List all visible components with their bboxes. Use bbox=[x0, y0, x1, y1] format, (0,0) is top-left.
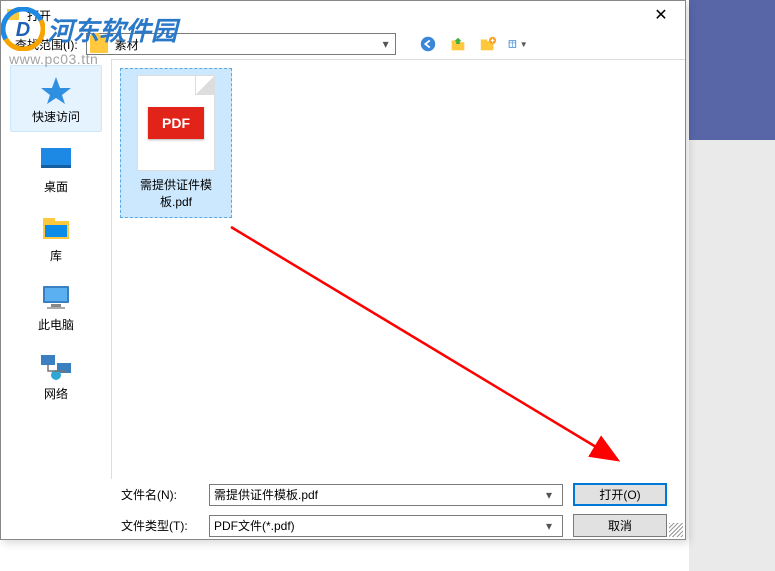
toolbar-icons: ▼ bbox=[418, 34, 528, 54]
network-icon bbox=[37, 351, 75, 381]
up-folder-icon[interactable] bbox=[448, 34, 468, 54]
lookin-label: 查找范围(I): bbox=[15, 36, 78, 53]
sidebar-item-desktop[interactable]: 桌面 bbox=[10, 136, 102, 201]
sidebar-item-label: 快速访问 bbox=[32, 108, 80, 125]
file-thumbnail: PDF bbox=[137, 75, 215, 171]
sidebar-item-quickaccess[interactable]: 快速访问 bbox=[10, 65, 102, 132]
filetype-label: 文件类型(T): bbox=[121, 517, 199, 534]
file-name-label: 需提供证件模板.pdf bbox=[125, 177, 227, 211]
resize-grip[interactable] bbox=[669, 523, 683, 537]
file-list-area[interactable]: PDF 需提供证件模板.pdf bbox=[111, 59, 685, 479]
view-menu-icon[interactable]: ▼ bbox=[508, 34, 528, 54]
folder-icon bbox=[90, 35, 108, 53]
quickaccess-icon bbox=[37, 74, 75, 104]
libraries-icon bbox=[37, 213, 75, 243]
sidebar-item-label: 此电脑 bbox=[38, 316, 74, 333]
thispc-icon bbox=[37, 282, 75, 312]
lookin-combo[interactable]: 素材 ▾ bbox=[86, 33, 396, 55]
sidebar-item-label: 桌面 bbox=[44, 178, 68, 195]
bottom-controls: 文件名(N): 需提供证件模板.pdf ▾ 打开(O) 文件类型(T): PDF… bbox=[1, 479, 685, 557]
sidebar-item-libraries[interactable]: 库 bbox=[10, 205, 102, 270]
filetype-value: PDF文件(*.pdf) bbox=[214, 517, 295, 534]
dialog-title: 打开 bbox=[27, 7, 51, 24]
app-icon bbox=[5, 7, 21, 23]
background-strip bbox=[689, 0, 775, 571]
sidebar-item-label: 库 bbox=[50, 247, 62, 264]
close-icon: ✕ bbox=[654, 5, 667, 25]
lookin-folder-name: 素材 bbox=[111, 36, 377, 53]
desktop-icon bbox=[37, 144, 75, 174]
cancel-button[interactable]: 取消 bbox=[573, 514, 667, 537]
chevron-down-icon: ▾ bbox=[540, 516, 558, 536]
background-lower bbox=[689, 140, 775, 571]
close-button[interactable]: ✕ bbox=[641, 1, 681, 29]
open-file-dialog: D 河东软件园 www.pc03.ttn 打开 ✕ 查找范围(I): 素材 ▾ bbox=[0, 0, 686, 540]
chevron-down-icon: ▾ bbox=[540, 485, 558, 505]
titlebar: 打开 ✕ bbox=[1, 1, 685, 29]
main-area: 快速访问 桌面 库 此电脑 bbox=[1, 59, 685, 479]
pdf-badge: PDF bbox=[148, 107, 204, 139]
filetype-combo[interactable]: PDF文件(*.pdf) ▾ bbox=[209, 515, 563, 537]
toolbar: 查找范围(I): 素材 ▾ ▼ bbox=[1, 29, 685, 59]
filename-combo[interactable]: 需提供证件模板.pdf ▾ bbox=[209, 484, 563, 506]
chevron-down-icon: ▾ bbox=[377, 34, 395, 54]
sidebar-item-thispc[interactable]: 此电脑 bbox=[10, 274, 102, 339]
file-item[interactable]: PDF 需提供证件模板.pdf bbox=[120, 68, 232, 218]
filename-value: 需提供证件模板.pdf bbox=[214, 486, 318, 503]
open-button[interactable]: 打开(O) bbox=[573, 483, 667, 506]
sidebar-item-network[interactable]: 网络 bbox=[10, 343, 102, 408]
sidebar-item-label: 网络 bbox=[44, 385, 68, 402]
places-sidebar: 快速访问 桌面 库 此电脑 bbox=[1, 59, 111, 479]
new-folder-icon[interactable] bbox=[478, 34, 498, 54]
filename-label: 文件名(N): bbox=[121, 486, 199, 503]
back-icon[interactable] bbox=[418, 34, 438, 54]
